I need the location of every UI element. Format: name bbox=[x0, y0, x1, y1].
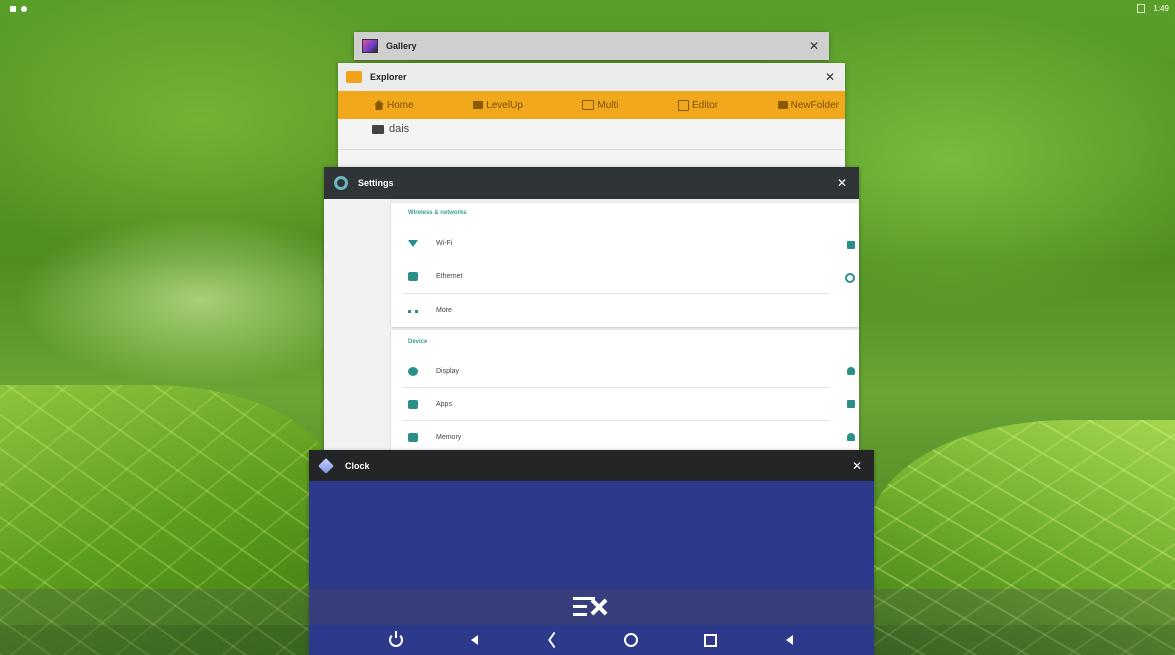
data-usage-icon[interactable] bbox=[845, 273, 855, 283]
gallery-app-icon bbox=[362, 39, 378, 53]
toolbar-newfolder-label: NewFolder bbox=[790, 99, 839, 111]
apps-icon bbox=[408, 399, 418, 409]
volume-down-button[interactable] bbox=[459, 625, 489, 655]
toolbar-editor-button[interactable]: Editor bbox=[678, 99, 719, 111]
toolbar-home-label: Home bbox=[387, 99, 414, 111]
back-button[interactable] bbox=[538, 625, 568, 655]
toolbar-levelup-button[interactable]: LevelUp bbox=[473, 100, 523, 111]
list-icon[interactable] bbox=[847, 400, 855, 408]
settings-row-label: Ethernet bbox=[436, 272, 463, 280]
gallery-window[interactable]: Gallery ✕ bbox=[354, 32, 829, 60]
home-icon bbox=[374, 100, 384, 110]
recent-apps-button[interactable] bbox=[695, 625, 725, 655]
toolbar-levelup-label: LevelUp bbox=[486, 99, 523, 111]
settings-close-button[interactable]: ✕ bbox=[837, 177, 847, 189]
section-header-device: Device bbox=[408, 339, 428, 345]
back-icon bbox=[548, 634, 558, 646]
settings-row-wifi[interactable]: Wi-Fi bbox=[408, 228, 829, 258]
volume-up-icon bbox=[785, 635, 793, 645]
explorer-titlebar[interactable]: Explorer ✕ bbox=[338, 63, 845, 91]
gallery-close-button[interactable]: ✕ bbox=[809, 40, 819, 52]
explorer-close-button[interactable]: ✕ bbox=[825, 71, 835, 83]
settings-row-more[interactable]: More bbox=[408, 295, 829, 325]
explorer-title: Explorer bbox=[370, 72, 407, 82]
user-icon[interactable] bbox=[847, 433, 855, 441]
settings-row-memory[interactable]: Memory bbox=[408, 422, 829, 452]
gallery-titlebar[interactable]: Gallery ✕ bbox=[354, 32, 829, 60]
multi-select-icon bbox=[582, 100, 595, 110]
row-divider bbox=[403, 420, 829, 421]
section-header-wireless: Wireless & networks bbox=[408, 210, 467, 216]
settings-row-display[interactable]: Display bbox=[408, 356, 829, 386]
status-time: 1:49 bbox=[1153, 4, 1169, 13]
gallery-title: Gallery bbox=[386, 41, 417, 51]
toolbar-multi-label: Multi bbox=[597, 99, 619, 111]
settings-row-apps[interactable]: Apps bbox=[408, 389, 829, 419]
toolbar-editor-label: Editor bbox=[692, 99, 719, 111]
settings-row-ethernet[interactable]: Ethernet bbox=[408, 261, 829, 291]
settings-gear-icon bbox=[334, 176, 348, 190]
recent-apps-icon bbox=[703, 633, 717, 647]
clock-title: Clock bbox=[345, 460, 370, 471]
power-button[interactable] bbox=[381, 625, 411, 655]
more-dots-icon bbox=[408, 307, 418, 313]
explorer-window[interactable]: Explorer ✕ Home LevelUp Multi Editor New… bbox=[338, 63, 845, 173]
power-icon bbox=[389, 631, 403, 647]
signal-icon bbox=[1137, 4, 1146, 13]
clock-close-button[interactable]: ✕ bbox=[852, 460, 862, 472]
edit-icon bbox=[678, 99, 690, 111]
status-bar-left bbox=[10, 6, 27, 12]
new-folder-icon bbox=[777, 101, 788, 109]
toolbar-multi-button[interactable]: Multi bbox=[582, 99, 619, 111]
ethernet-icon bbox=[408, 271, 418, 281]
row-divider bbox=[403, 387, 829, 388]
explorer-app-icon bbox=[346, 71, 362, 83]
home-icon bbox=[624, 633, 638, 647]
clock-app-icon bbox=[318, 457, 334, 474]
display-icon bbox=[408, 366, 418, 376]
settings-row-label: Apps bbox=[436, 400, 452, 408]
volume-down-icon bbox=[470, 635, 478, 645]
settings-title: Settings bbox=[358, 178, 394, 188]
wifi-icon bbox=[408, 239, 418, 247]
clear-all-icon[interactable] bbox=[573, 593, 611, 621]
clock-titlebar[interactable]: Clock ✕ bbox=[309, 450, 874, 481]
notification-dot-icon bbox=[21, 6, 27, 12]
settings-card-wireless: Wireless & networks Wi-Fi Ethernet More bbox=[391, 203, 859, 327]
list-item-dais[interactable]: dais bbox=[372, 123, 409, 135]
clear-all-line bbox=[573, 613, 587, 616]
settings-titlebar[interactable]: Settings ✕ bbox=[324, 167, 859, 199]
settings-row-label: Wi-Fi bbox=[436, 239, 453, 247]
toolbar-home-button[interactable]: Home bbox=[374, 100, 414, 111]
settings-card-device: Device Display Apps Memory bbox=[391, 330, 859, 452]
settings-row-label: More bbox=[436, 306, 452, 314]
divider bbox=[338, 149, 845, 150]
row-divider bbox=[403, 293, 829, 294]
volume-up-button[interactable] bbox=[774, 625, 804, 655]
explorer-toolbar: Home LevelUp Multi Editor NewFolder bbox=[338, 91, 845, 119]
bluetooth-icon[interactable] bbox=[847, 241, 855, 249]
list-item-label: dais bbox=[389, 123, 410, 135]
home-button[interactable] bbox=[616, 625, 646, 655]
notifications-icon[interactable] bbox=[847, 367, 855, 375]
notification-icon bbox=[10, 6, 16, 12]
memory-icon bbox=[408, 432, 418, 442]
clear-all-line bbox=[573, 605, 587, 608]
folder-up-icon bbox=[473, 101, 484, 109]
settings-window[interactable]: Settings ✕ Wireless & networks Wi-Fi Eth… bbox=[324, 167, 859, 452]
folder-icon bbox=[372, 124, 384, 134]
settings-row-label: Display bbox=[436, 367, 459, 375]
settings-row-label: Memory bbox=[436, 433, 462, 441]
status-bar-right: 1:49 bbox=[1137, 4, 1169, 13]
settings-side-panel bbox=[324, 199, 390, 452]
toolbar-newfolder-button[interactable]: NewFolder bbox=[777, 99, 839, 111]
